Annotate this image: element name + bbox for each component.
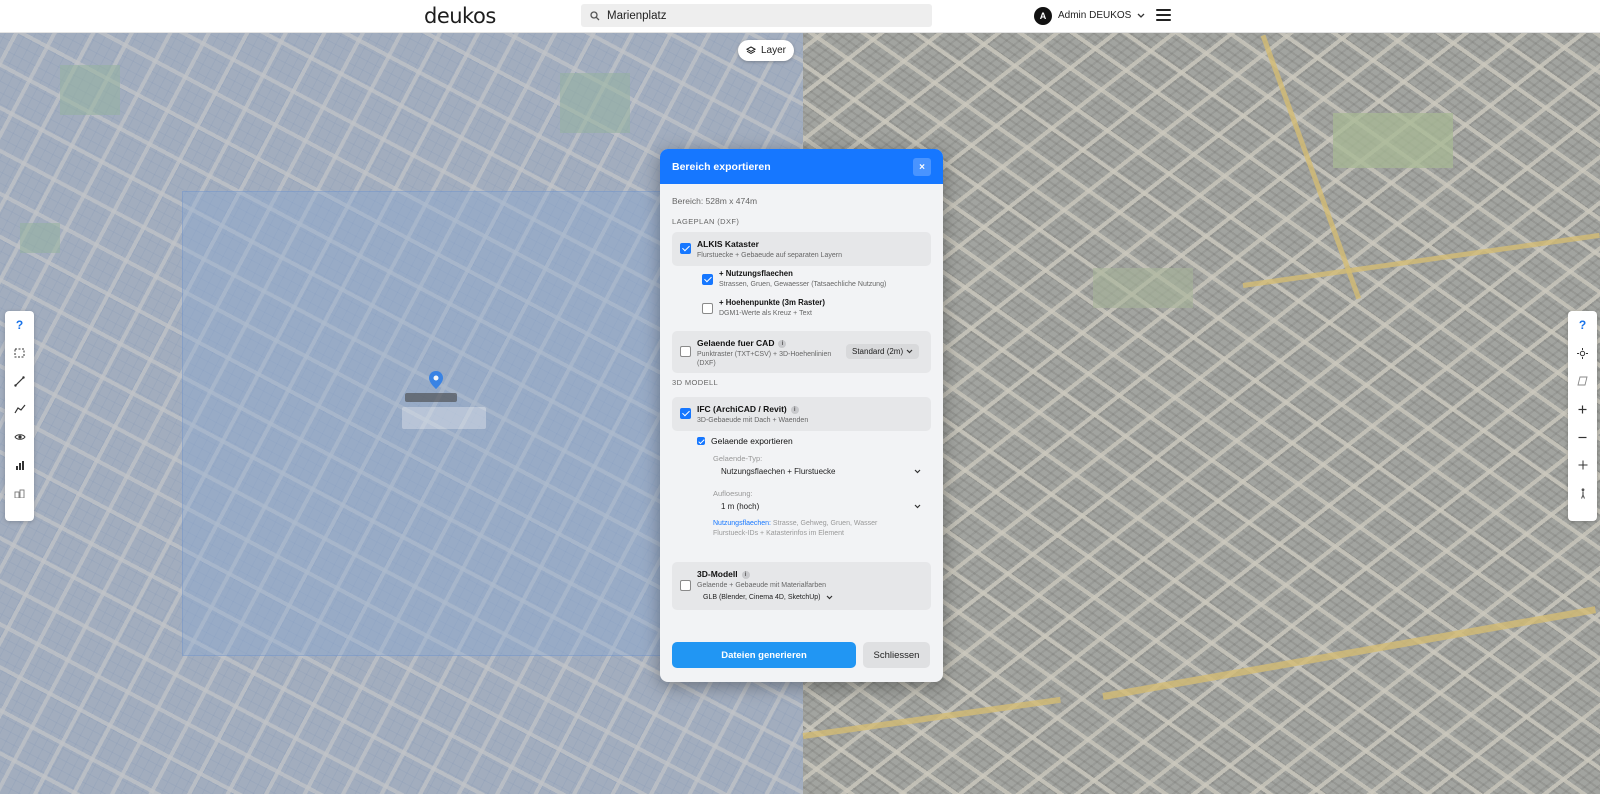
dialog-title: Bereich exportieren [672, 160, 771, 173]
layer-button-label: Layer [760, 45, 786, 56]
model3d-checkbox[interactable] [680, 580, 691, 591]
selection-rect-icon[interactable] [5, 339, 34, 367]
chevron-down-icon [914, 504, 921, 508]
gelaende-cad-desc-line2: (DXF) [697, 360, 716, 367]
gelaende-note: Nutzungsflaechen: Strasse, Gehweg, Gruen… [713, 519, 877, 539]
zoom-in-icon[interactable] [1568, 395, 1597, 423]
layers-icon [745, 45, 756, 54]
model3d-desc: Gelaende + Gebaeude mit Materialfarben [697, 582, 826, 589]
ifc-title: IFC (ArchiCAD / Revit) i [697, 404, 799, 414]
right-toolbar: ? [1568, 311, 1597, 521]
buildings-icon[interactable] [5, 479, 34, 507]
gelaende-cad-desc: Punktraster (TXT+CSV) + 3D-Hoehenlinien … [697, 350, 831, 368]
nutzung-desc: Strassen, Gruen, Gewaesser (Tatsaechlich… [719, 281, 887, 288]
dialog-header: Bereich exportieren × [660, 149, 943, 184]
ifc-option[interactable]: IFC (ArchiCAD / Revit) i 3D-Gebaeude mit … [672, 397, 931, 431]
nutzungsflaechen-link[interactable]: Nutzungsflaechen: [713, 520, 771, 527]
gelaende-cad-title: Gelaende fuer CAD i [697, 338, 787, 348]
gelaende-typ-select[interactable]: Nutzungsflaechen + Flurstuecke [721, 465, 921, 477]
gelaende-cad-title-text: Gelaende fuer CAD [697, 338, 775, 348]
measure-line-icon[interactable] [5, 367, 34, 395]
chevron-down-icon [1137, 13, 1145, 18]
search-box[interactable] [581, 4, 932, 27]
ifc-checkbox[interactable] [680, 408, 691, 419]
user-menu[interactable]: A Admin DEUKOS [1034, 6, 1145, 25]
hoehen-checkbox[interactable] [702, 303, 713, 314]
chevron-down-icon [914, 469, 921, 473]
hoehen-title: + Hoehenpunkte (3m Raster) [719, 298, 825, 307]
gelaende-note-line2: Flurstueck-IDs + Katasterinfos im Elemen… [713, 530, 844, 537]
chevron-down-icon [826, 595, 833, 600]
info-icon[interactable]: i [790, 406, 799, 414]
gelaende-export-option[interactable]: Gelaende exportieren [672, 434, 931, 448]
info-icon[interactable]: i [778, 340, 787, 348]
model3d-option[interactable]: 3D-Modell i Gelaende + Gebaeude mit Mater… [672, 562, 931, 610]
help-button-right[interactable]: ? [1568, 311, 1597, 339]
top-bar: deukos A Admin DEUKOS [0, 0, 1600, 33]
hoehen-desc: DGM1-Werte als Kreuz + Text [719, 310, 812, 317]
alkis-desc: Flurstuecke + Gebaeude auf separaten Lay… [697, 252, 842, 259]
gelaende-cad-option[interactable]: Gelaende fuer CAD i Punktraster (TXT+CSV)… [672, 331, 931, 373]
nutzung-option[interactable]: + Nutzungsflaechen Strassen, Gruen, Gewa… [690, 269, 930, 293]
export-dialog: Bereich exportieren × Bereich: 528m x 47… [660, 149, 943, 682]
user-name: Admin DEUKOS [1058, 10, 1132, 21]
hamburger-menu-icon[interactable] [1156, 9, 1171, 21]
area-size: Bereich: 528m x 474m [672, 196, 758, 206]
alkis-title: ALKIS Kataster [697, 239, 759, 249]
gelaende-cad-select-value: Standard (2m) [852, 347, 904, 356]
pedestrian-icon[interactable] [1568, 479, 1597, 507]
nutzung-checkbox[interactable] [702, 274, 713, 285]
nutzung-title: + Nutzungsflaechen [719, 269, 793, 278]
hoehen-option[interactable]: + Hoehenpunkte (3m Raster) DGM1-Werte al… [690, 298, 930, 322]
ifc-title-text: IFC (ArchiCAD / Revit) [697, 404, 787, 414]
visibility-icon[interactable] [5, 423, 34, 451]
aufloesung-value: 1 m (hoch) [721, 501, 760, 511]
note-text: Strasse, Gehweg, Gruen, Wasser [770, 520, 878, 527]
dialog-body: Bereich: 528m x 474m LAGEPLAN (DXF) ALKI… [660, 196, 943, 610]
alkis-checkbox[interactable] [680, 243, 691, 254]
gelaende-cad-desc-line1: Punktraster (TXT+CSV) + 3D-Hoehenlinien [697, 351, 832, 358]
search-icon [590, 10, 600, 20]
aufloesung-label: Aufloesung: [713, 489, 753, 498]
gelaende-cad-checkbox[interactable] [680, 346, 691, 357]
elevation-profile-icon[interactable] [5, 395, 34, 423]
generate-files-button[interactable]: Dateien generieren [672, 642, 856, 668]
gelaende-export-title: Gelaende exportieren [711, 436, 793, 446]
ifc-desc: 3D-Gebaeude mit Dach + Waenden [697, 417, 809, 424]
left-toolbar: ? [5, 311, 34, 521]
avatar: A [1034, 6, 1052, 25]
statistics-icon[interactable] [5, 451, 34, 479]
help-button[interactable]: ? [5, 311, 34, 339]
layer-button[interactable]: Layer [738, 40, 794, 61]
layers-3d-icon[interactable] [1568, 367, 1597, 395]
close-button[interactable]: Schliessen [863, 642, 930, 668]
model3d-title: 3D-Modell i [697, 569, 750, 579]
gelaende-typ-label: Gelaende-Typ: [713, 454, 763, 463]
gelaende-typ-value: Nutzungsflaechen + Flurstuecke [721, 466, 836, 476]
gelaende-cad-select[interactable]: Standard (2m) [846, 344, 919, 359]
search-input[interactable] [607, 9, 907, 22]
model3d-format-select[interactable]: GLB (Blender, Cinema 4D, SketchUp) [703, 592, 833, 603]
zoom-out-icon[interactable] [1568, 423, 1597, 451]
model3d-format-value: GLB (Blender, Cinema 4D, SketchUp) [703, 594, 821, 601]
navigate-icon[interactable] [1568, 451, 1597, 479]
section-3d-modell: 3D MODELL [672, 378, 719, 387]
sun-icon[interactable] [1568, 339, 1597, 367]
info-icon[interactable]: i [741, 571, 750, 579]
gelaende-note-line1: Nutzungsflaechen: Strasse, Gehweg, Gruen… [713, 519, 877, 529]
section-lageplan: LAGEPLAN (DXF) [672, 217, 740, 226]
chevron-down-icon [906, 349, 913, 354]
aufloesung-select[interactable]: 1 m (hoch) [721, 500, 921, 512]
gelaende-export-checkbox[interactable] [697, 437, 705, 445]
model3d-title-text: 3D-Modell [697, 569, 738, 579]
close-icon[interactable]: × [913, 158, 931, 176]
app-logo[interactable]: deukos [424, 4, 496, 28]
alkis-option[interactable]: ALKIS Kataster Flurstuecke + Gebaeude au… [672, 232, 931, 266]
